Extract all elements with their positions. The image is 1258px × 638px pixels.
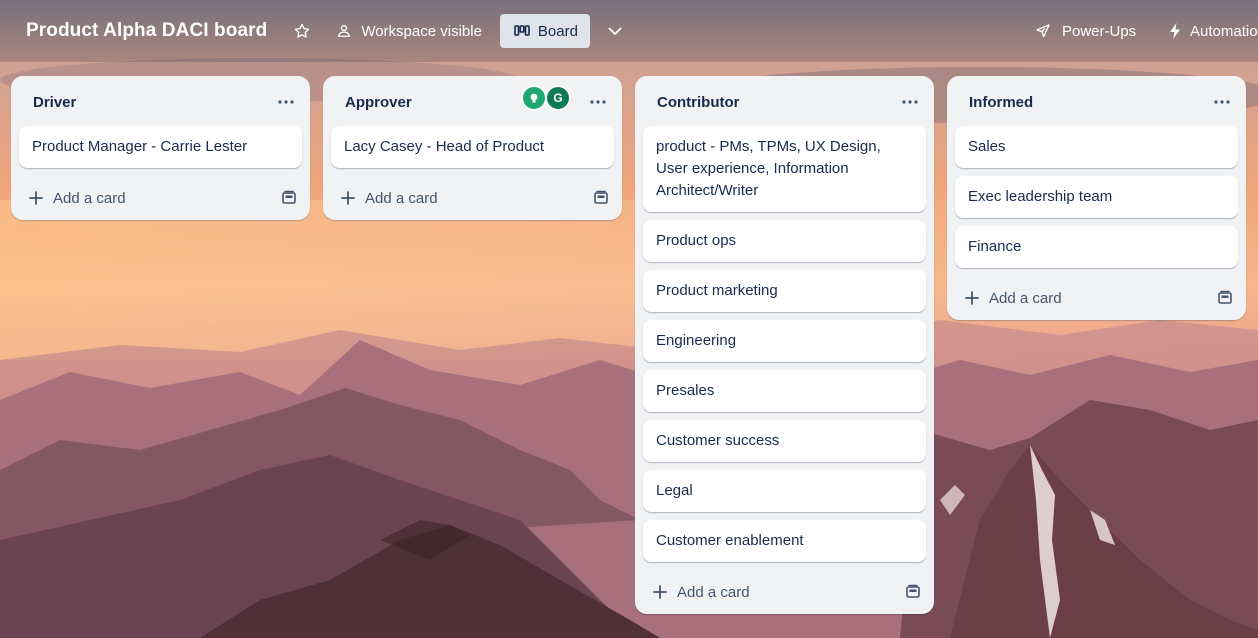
card[interactable]: Product marketing bbox=[643, 270, 926, 312]
card-list: Product Manager - Carrie Lester bbox=[11, 126, 310, 168]
add-card-button[interactable]: Add a card bbox=[341, 182, 438, 214]
list-driver: Driver Product Manager - Carrie Lester A… bbox=[11, 76, 310, 220]
card[interactable]: Product Manager - Carrie Lester bbox=[19, 126, 302, 168]
plus-icon bbox=[341, 191, 355, 205]
more-horizontal-icon bbox=[278, 100, 294, 104]
card[interactable]: Legal bbox=[643, 470, 926, 512]
card-template-icon[interactable] bbox=[280, 189, 298, 207]
card[interactable]: Presales bbox=[643, 370, 926, 412]
chevron-down-icon bbox=[608, 27, 622, 35]
list-informed: Informed Sales Exec leadership team Fina… bbox=[947, 76, 1246, 320]
automation-label: Automation bbox=[1190, 22, 1258, 40]
card[interactable]: Engineering bbox=[643, 320, 926, 362]
people-icon bbox=[338, 24, 351, 37]
list-approver: Approver G Lacy Casey - Head of Product bbox=[323, 76, 622, 220]
list-menu-button[interactable] bbox=[582, 90, 614, 114]
visibility-label: Workspace visible bbox=[361, 22, 482, 40]
list-title[interactable]: Driver bbox=[33, 94, 76, 111]
add-card-label: Add a card bbox=[677, 583, 750, 601]
list-header[interactable]: Driver bbox=[11, 76, 310, 126]
card[interactable]: Customer success bbox=[643, 420, 926, 462]
add-card-label: Add a card bbox=[53, 189, 126, 207]
list-header[interactable]: Contributor bbox=[635, 76, 934, 126]
list-footer: Add a card bbox=[635, 570, 934, 614]
star-board-button[interactable] bbox=[291, 20, 313, 42]
list-contributor: Contributor product - PMs, TPMs, UX Desi… bbox=[635, 76, 934, 614]
list-menu-button[interactable] bbox=[270, 90, 302, 114]
member-avatars: G bbox=[521, 85, 571, 111]
card-list: Lacy Casey - Head of Product bbox=[323, 126, 622, 168]
plus-icon bbox=[653, 585, 667, 599]
card-template-icon[interactable] bbox=[904, 583, 922, 601]
board-header: Product Alpha DACI board Workspace visib… bbox=[0, 0, 1258, 62]
lightning-icon bbox=[1170, 23, 1180, 39]
card-template-icon[interactable] bbox=[592, 189, 610, 207]
card-list: Sales Exec leadership team Finance bbox=[947, 126, 1246, 268]
card[interactable]: Exec leadership team bbox=[955, 176, 1238, 218]
list-footer: Add a card bbox=[11, 176, 310, 220]
add-card-label: Add a card bbox=[989, 289, 1062, 307]
board-view-button[interactable]: Board bbox=[499, 14, 590, 48]
board-view-label: Board bbox=[537, 22, 578, 40]
list-header[interactable]: Informed bbox=[947, 76, 1246, 126]
more-horizontal-icon bbox=[902, 100, 918, 104]
board-title[interactable]: Product Alpha DACI board bbox=[26, 20, 267, 42]
list-title[interactable]: Approver bbox=[345, 94, 412, 111]
list-menu-button[interactable] bbox=[894, 90, 926, 114]
card-template-icon[interactable] bbox=[1216, 289, 1234, 307]
card[interactable]: Sales bbox=[955, 126, 1238, 168]
automation-button[interactable]: Automation bbox=[1168, 0, 1258, 62]
workspace-visibility-button[interactable]: Workspace visible bbox=[335, 22, 482, 40]
card[interactable]: Lacy Casey - Head of Product bbox=[331, 126, 614, 168]
list-title[interactable]: Informed bbox=[969, 94, 1033, 111]
add-card-label: Add a card bbox=[365, 189, 438, 207]
plus-icon bbox=[29, 191, 43, 205]
card[interactable]: Customer enablement bbox=[643, 520, 926, 562]
avatar[interactable]: G bbox=[545, 85, 571, 111]
card-list: product - PMs, TPMs, UX Design, User exp… bbox=[635, 126, 934, 562]
add-card-button[interactable]: Add a card bbox=[965, 282, 1062, 314]
view-switcher-dropdown[interactable] bbox=[602, 18, 628, 44]
lightbulb-icon bbox=[530, 93, 538, 103]
add-card-button[interactable]: Add a card bbox=[29, 182, 126, 214]
card[interactable]: Finance bbox=[955, 226, 1238, 268]
list-header[interactable]: Approver G bbox=[323, 76, 622, 126]
list-footer: Add a card bbox=[947, 276, 1246, 320]
star-icon bbox=[295, 23, 310, 38]
board-columns-icon bbox=[514, 25, 530, 36]
avatar[interactable] bbox=[521, 85, 547, 111]
rocket-icon bbox=[1036, 24, 1050, 38]
list-menu-button[interactable] bbox=[1206, 90, 1238, 114]
list-title[interactable]: Contributor bbox=[657, 94, 739, 111]
power-ups-label: Power-Ups bbox=[1062, 22, 1137, 40]
more-horizontal-icon bbox=[590, 100, 606, 104]
plus-icon bbox=[965, 291, 979, 305]
list-footer: Add a card bbox=[323, 176, 622, 220]
add-card-button[interactable]: Add a card bbox=[653, 576, 750, 608]
power-ups-button[interactable]: Power-Ups bbox=[1034, 0, 1136, 62]
more-horizontal-icon bbox=[1214, 100, 1230, 104]
card[interactable]: Product ops bbox=[643, 220, 926, 262]
card[interactable]: product - PMs, TPMs, UX Design, User exp… bbox=[643, 126, 926, 212]
